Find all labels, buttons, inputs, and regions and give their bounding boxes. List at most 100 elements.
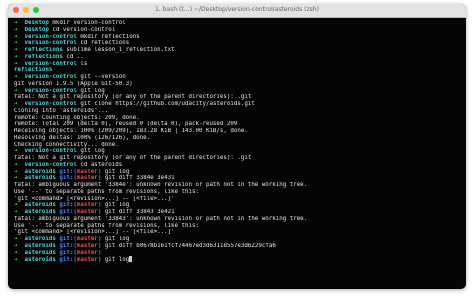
prompt-arrow-icon: ➜ [14, 148, 18, 155]
git-label: git:( [59, 202, 77, 209]
prompt-directory: version-control [24, 33, 77, 40]
git-label-close: ) [97, 202, 102, 209]
prompt-directory: version-control [24, 87, 77, 94]
terminal-line: ➜ version-control git log [14, 148, 462, 155]
command-text: git clone https://github.com/udacity/ast… [80, 101, 255, 107]
prompt-arrow-icon: ➜ [14, 33, 18, 40]
prompt-arrow-icon: ➜ [14, 202, 18, 209]
terminal-line: fatal: Not a git repository (or any of t… [14, 94, 462, 101]
prompt-directory: version-control [24, 101, 77, 107]
command-text: git log [104, 202, 130, 209]
terminal-line: ➜ asteroids git:(master) git diff b0678b… [14, 243, 462, 250]
terminal-line: fatal: ambiguous argument '33843': unkno… [14, 216, 462, 223]
output-text: Checking connectivity... done. [14, 141, 119, 148]
command-text: git log [104, 236, 130, 242]
prompt-arrow-icon: ➜ [14, 47, 18, 53]
terminal-line: ➜ asteroids git:(master) git log [14, 236, 462, 243]
git-branch: master [76, 175, 98, 182]
terminal-line: ➜ version-control git log [14, 88, 462, 95]
command-text: git diff 3384e 3e431 [104, 175, 175, 182]
terminal-line: Checking connectivity... done. [14, 142, 462, 149]
command-text: sublime lesson_1_reflection.txt [66, 47, 175, 53]
prompt-directory: version-control [24, 161, 77, 168]
git-label-close: ) [97, 209, 102, 215]
command-text: cd version-control [52, 26, 116, 33]
git-label: git:( [59, 175, 77, 182]
prompt-directory: reflections [24, 53, 63, 60]
terminal-line: fatal: ambiguous argument '3384e': unkno… [14, 182, 462, 189]
output-text: remote: Counting objects: 209, done. [14, 114, 140, 121]
git-label-close: ) [97, 168, 102, 175]
git-label: git:( [59, 249, 77, 256]
terminal-line: ➜ version-control git clone https://gith… [14, 101, 462, 108]
terminal-line: ➜ version-control cd asteroids [14, 162, 462, 169]
terminal-line: ➜ version-control cd reflections [14, 40, 462, 47]
terminal-output[interactable]: ➜ Desktop mkdir version-control ➜ Desktop… [8, 18, 466, 263]
prompt-arrow-icon: ➜ [14, 209, 18, 215]
terminal-line: fatal: Not a git repository (or any of t… [14, 155, 462, 162]
git-label: git:( [59, 257, 77, 263]
prompt-directory: asteroids [24, 175, 56, 182]
command-text: git diff b0678b161fcf74467ed3d63118557e3… [104, 242, 276, 249]
command-text: mkdir version-control [52, 20, 126, 26]
output-text: Use '--' to separate paths from revision… [14, 222, 199, 229]
command-text: ls [80, 60, 88, 67]
terminal-line: git version 1.9.5 (Apple Git-50.3) [14, 81, 462, 88]
git-label-close: ) [97, 242, 102, 249]
prompt-directory: version-control [24, 40, 77, 47]
terminal-line: ➜ asteroids git:(master) git diff 3384e … [14, 175, 462, 182]
prompt-arrow-icon: ➜ [14, 26, 18, 33]
text-cursor [129, 256, 133, 263]
terminal-line: Receiving objects: 100% (209/209), 183.2… [14, 128, 462, 135]
terminal-line: ➜ version-control mkdir reflections [14, 34, 462, 41]
terminal-line: ➜ reflections sublime lesson_1_reflectio… [14, 47, 462, 54]
prompt-arrow-icon: ➜ [14, 74, 18, 80]
prompt-arrow-icon: ➜ [14, 161, 18, 168]
prompt-arrow-icon: ➜ [14, 236, 18, 242]
prompt-directory: asteroids [24, 257, 56, 263]
output-text: git version 1.9.5 (Apple Git-50.3) [14, 80, 133, 87]
git-label: git:( [59, 209, 77, 215]
prompt-arrow-icon: ➜ [14, 242, 18, 249]
git-branch: master [76, 257, 98, 263]
window-title: 1. bash (t…) ~/Desktop/version-control/a… [155, 6, 319, 13]
prompt-directory: Desktop [24, 20, 49, 26]
command-text: git log [104, 168, 130, 175]
terminal-line: ➜ version-control git --version [14, 74, 462, 81]
command-text: mkdir reflections [80, 33, 140, 40]
git-branch: master [76, 236, 98, 242]
terminal-line: 'git <command> [<revision>...] -- [<file… [14, 229, 462, 236]
prompt-directory: asteroids [24, 202, 56, 209]
prompt-directory: asteroids [24, 209, 56, 215]
prompt-directory: reflections [24, 47, 63, 53]
terminal-line: ➜ asteroids git:(master) [14, 250, 462, 257]
git-branch: master [76, 202, 98, 209]
terminal-line: remote: Counting objects: 209, done. [14, 115, 462, 122]
git-label: git:( [59, 168, 77, 175]
terminal-line: ➜ asteroids git:(master) git log [14, 202, 462, 209]
terminal-window[interactable]: 1. bash (t…) ~/Desktop/version-control/a… [8, 4, 466, 289]
title-bar[interactable]: 1. bash (t…) ~/Desktop/version-control/a… [8, 4, 466, 18]
git-branch: master [76, 209, 98, 215]
command-text: git log [80, 87, 105, 94]
git-branch: master [76, 168, 98, 175]
prompt-directory: asteroids [24, 249, 56, 256]
output-text: Use '--' to separate paths from revision… [14, 188, 199, 195]
terminal-line: 'git <command> [<revision>...] -- [<file… [14, 196, 462, 203]
output-text: fatal: Not a git repository (or any of t… [14, 155, 252, 161]
prompt-arrow-icon: ➜ [14, 257, 18, 263]
prompt-arrow-icon: ➜ [14, 53, 18, 60]
terminal-line: ➜ reflections cd .. [14, 54, 462, 61]
terminal-line: reflections [14, 67, 462, 74]
prompt-directory: version-control [24, 60, 77, 67]
output-text: fatal: ambiguous argument '33843': unkno… [14, 215, 308, 222]
command-text: git log [104, 257, 130, 263]
output-text: remote: Total 209 (delta 0), reused 0 (d… [14, 121, 238, 128]
terminal-line: ➜ Desktop mkdir version-control [14, 20, 462, 27]
command-text: cd .. [66, 53, 84, 60]
prompt-directory: asteroids [24, 242, 56, 249]
prompt-directory: asteroids [24, 236, 56, 242]
prompt-arrow-icon: ➜ [14, 20, 18, 26]
prompt-arrow-icon: ➜ [14, 40, 18, 47]
command-text: git diff 33843 3e421 [104, 209, 175, 215]
